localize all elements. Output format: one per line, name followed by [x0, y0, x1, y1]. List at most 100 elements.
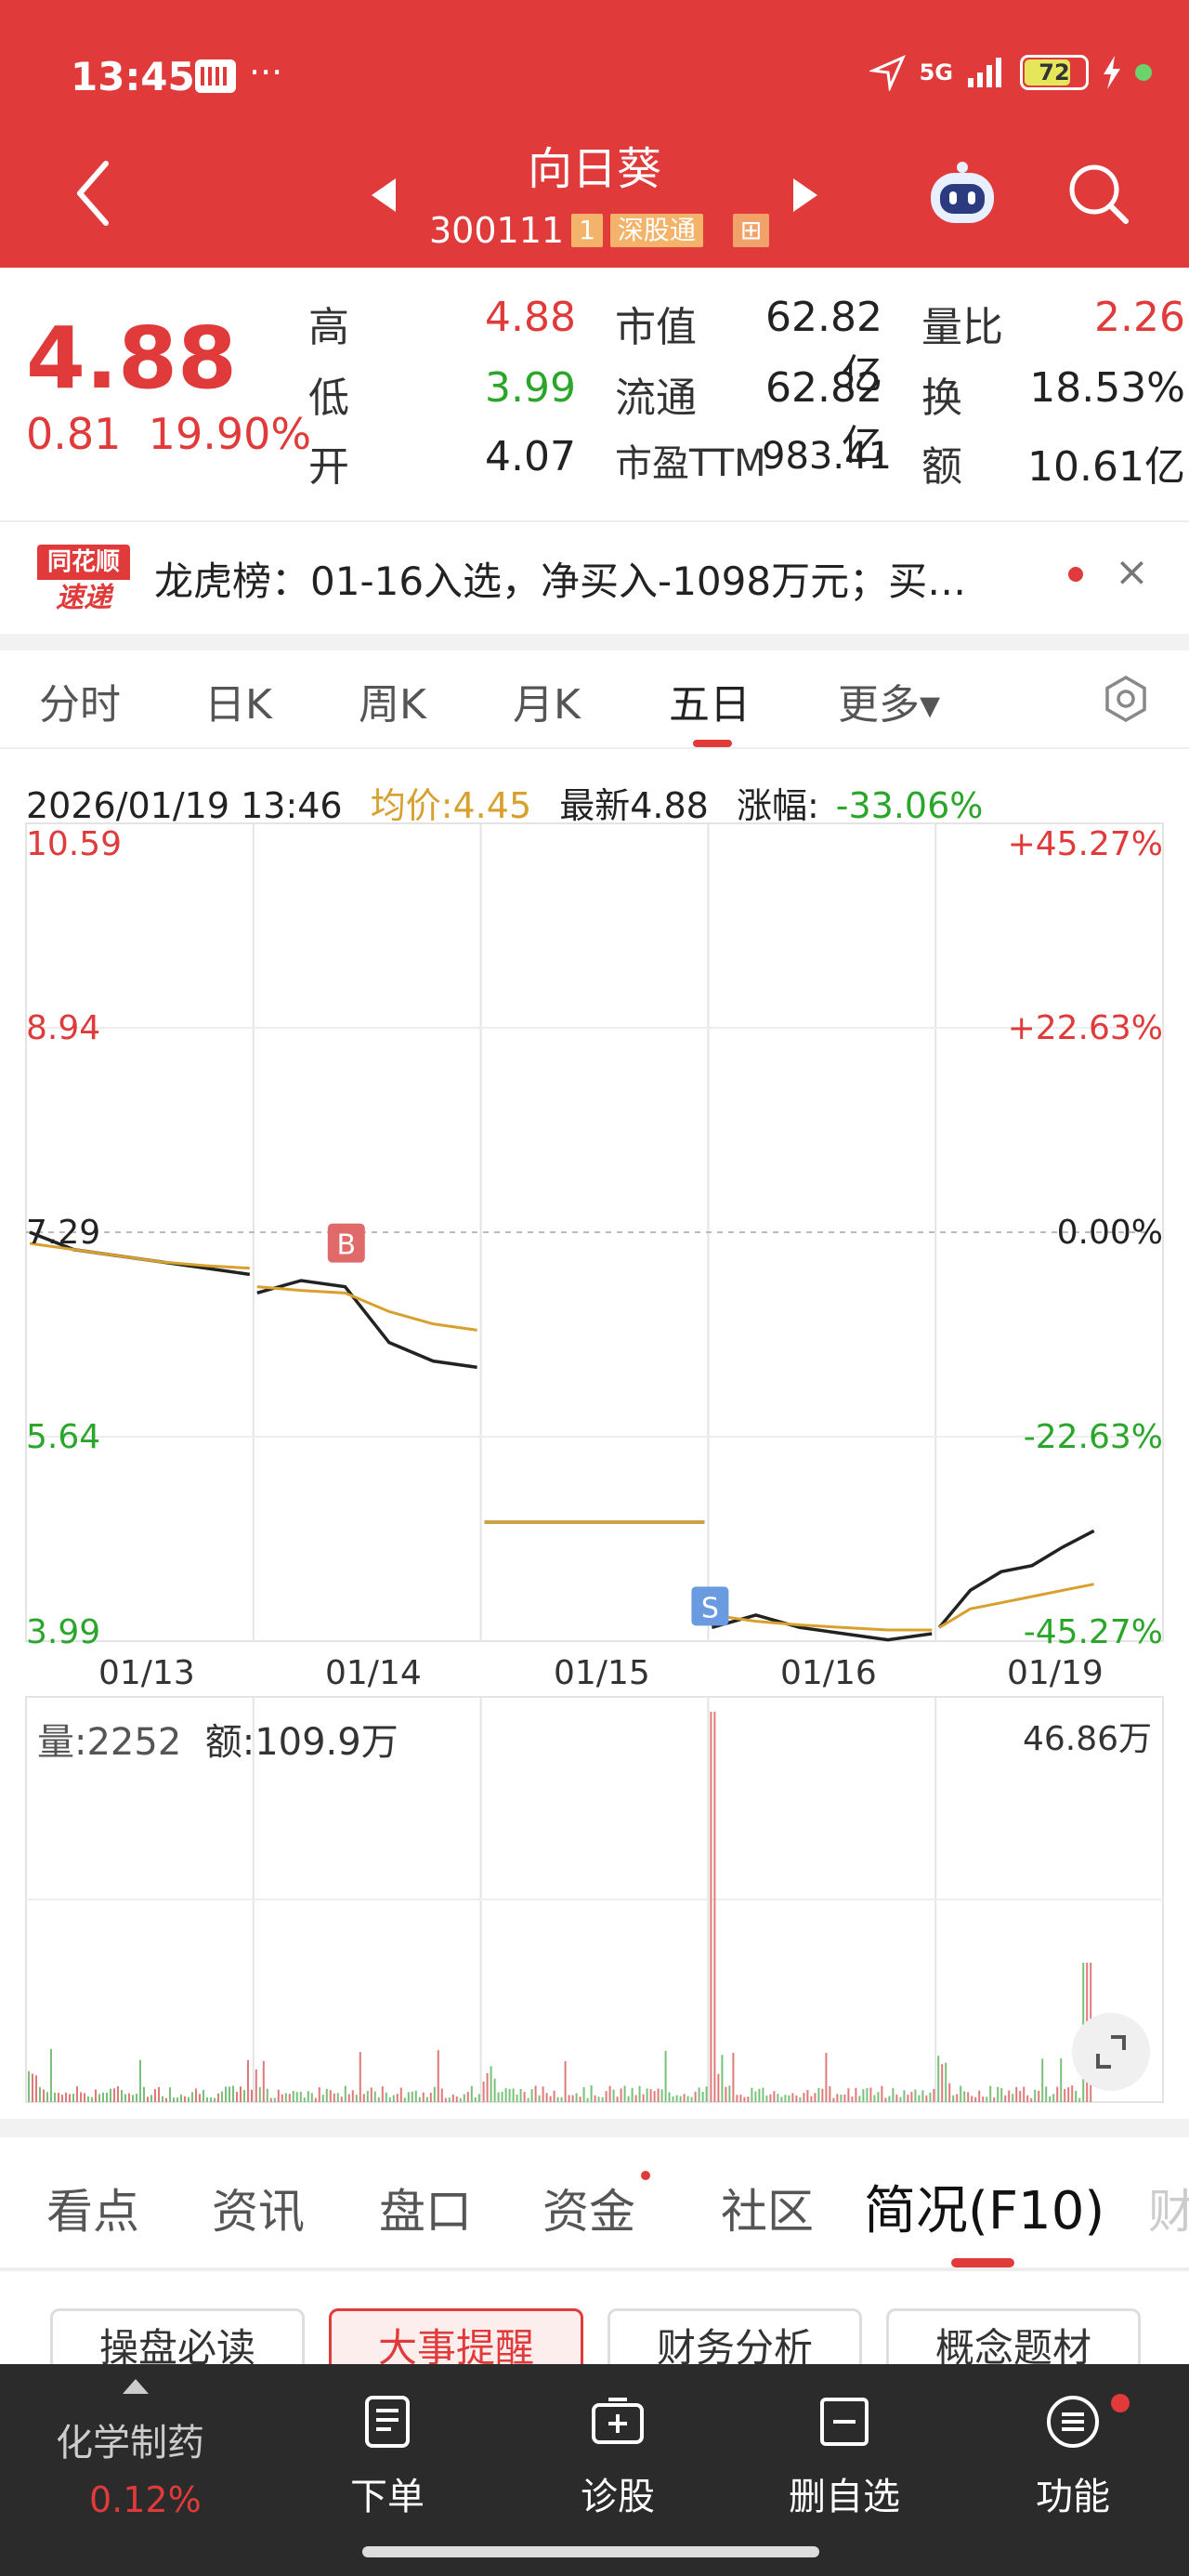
- volume-bar: [873, 2095, 876, 2102]
- volume-bar: [165, 2097, 167, 2102]
- volume-bar: [601, 2096, 604, 2102]
- volume-bar: [188, 2096, 189, 2102]
- volume-bar: [631, 2087, 634, 2102]
- volume-bar: [377, 2096, 380, 2102]
- status-more: ···: [249, 52, 283, 93]
- next-stock-icon[interactable]: [791, 177, 819, 214]
- y-right-tick: +45.27%: [1007, 825, 1163, 863]
- volume-bar: [340, 2096, 343, 2102]
- sector-expand-icon[interactable]: [123, 2379, 149, 2394]
- tab-highlights[interactable]: 看点: [46, 2175, 139, 2241]
- volume-bar: [403, 2097, 406, 2102]
- volume-bar: [370, 2087, 372, 2102]
- search-icon[interactable]: [1065, 160, 1131, 227]
- volume-bar: [414, 2090, 417, 2102]
- volume-bar: [910, 2092, 913, 2102]
- tab-five-day[interactable]: 五日: [669, 671, 751, 730]
- volume-bar: [281, 2094, 283, 2102]
- volume-bar: [329, 2090, 332, 2102]
- volume-bar: [258, 2086, 261, 2102]
- nav-functions[interactable]: 功能: [957, 2364, 1189, 2550]
- signal-icon: [968, 58, 1001, 87]
- volume-bar: [236, 2092, 238, 2102]
- news-ticker[interactable]: 同花顺 速递 龙虎榜：01-16入选，净买入-1098万元；买…: [0, 520, 1189, 632]
- x-tick: 01/14: [325, 1654, 422, 1692]
- tab-news[interactable]: 资讯: [212, 2175, 305, 2241]
- price-line: [256, 1279, 477, 1370]
- volume-bar: [307, 2091, 309, 2102]
- volume-bar: [110, 2088, 111, 2102]
- volume-bar: [683, 2094, 686, 2102]
- stock-code: 300111: [429, 210, 565, 251]
- volume-bar: [344, 2085, 346, 2102]
- tab-daily-k[interactable]: 日K: [204, 671, 272, 730]
- volume-bar: [1000, 2087, 1003, 2102]
- news-close-button[interactable]: ×: [1115, 548, 1149, 596]
- volume-bar: [466, 2092, 469, 2102]
- volume-bar: [982, 2096, 985, 2102]
- sector-name[interactable]: 化学制药: [56, 2412, 204, 2466]
- volume-bar: [173, 2097, 175, 2102]
- menu-circle-icon: [1047, 2396, 1099, 2448]
- nav-remove-watchlist[interactable]: 删自选: [728, 2364, 960, 2550]
- tab-orderbook[interactable]: 盘口: [379, 2175, 472, 2241]
- news-text[interactable]: 龙虎榜：01-16入选，净买入-1098万元；买…: [154, 550, 1065, 607]
- nav-order[interactable]: 下单: [271, 2364, 503, 2550]
- settings-gear-icon[interactable]: [1102, 675, 1150, 723]
- volume-bar: [440, 2088, 443, 2102]
- tab-monthly-k[interactable]: 月K: [513, 671, 581, 730]
- volume-bar: [817, 2087, 820, 2102]
- x-tick: 01/19: [1007, 1654, 1104, 1692]
- tab-intraday[interactable]: 分时: [39, 671, 121, 730]
- volume-bar: [694, 2091, 697, 2102]
- volume-bar: [799, 2096, 802, 2102]
- volume-ratio-label: 量比: [921, 304, 1003, 351]
- float-label: 流通: [615, 375, 697, 422]
- nav-diagnose[interactable]: 诊股: [502, 2364, 734, 2550]
- volume-bar: [366, 2091, 369, 2102]
- volume-bar: [803, 2093, 805, 2102]
- location-icon: [869, 55, 906, 91]
- tab-community[interactable]: 社区: [721, 2175, 814, 2241]
- diagnose-icon: [592, 2398, 644, 2444]
- tab-capital[interactable]: 资金: [542, 2175, 635, 2241]
- volume-bar: [102, 2092, 104, 2102]
- volume-bar: [590, 2085, 593, 2102]
- volume-bar: [762, 2087, 764, 2102]
- volume-bar: [903, 2090, 906, 2102]
- tab-weekly-k[interactable]: 周K: [359, 671, 426, 730]
- volume-bar: [388, 2096, 391, 2102]
- volume-bar: [392, 2095, 395, 2102]
- volume-bar: [106, 2092, 108, 2102]
- fullscreen-button[interactable]: [1072, 2013, 1150, 2091]
- volume-bar: [444, 2097, 447, 2102]
- volume-bar: [921, 2090, 924, 2102]
- robot-assistant-icon[interactable]: [923, 156, 1001, 230]
- volume-bar: [527, 2097, 529, 2102]
- volume-bar: [858, 2096, 861, 2102]
- volume-bar: [918, 2095, 921, 2102]
- volume-bar: [549, 2096, 552, 2102]
- volume-bar: [892, 2087, 895, 2102]
- tab-finance-partial[interactable]: 财: [1148, 2175, 1189, 2241]
- volume-bar: [675, 2095, 678, 2102]
- volume-bar: [385, 2092, 387, 2102]
- volume-bar: [459, 2097, 462, 2102]
- home-indicator[interactable]: [362, 2546, 819, 2557]
- order-doc-icon: [365, 2396, 410, 2448]
- x-tick: 01/15: [554, 1654, 650, 1692]
- volume-bar: [277, 2089, 280, 2102]
- volume-bar: [474, 2096, 477, 2102]
- volume-bar: [1064, 2088, 1066, 2102]
- volume-bar: [418, 2096, 421, 2102]
- tab-more[interactable]: 更多▾: [838, 671, 940, 730]
- volume-bar: [325, 2088, 328, 2102]
- volume-bar: [806, 2090, 809, 2102]
- y-left-tick: 10.59: [26, 825, 123, 863]
- volume-bar: [407, 2092, 410, 2102]
- tab-f10[interactable]: 简况(F10): [864, 2169, 1104, 2244]
- volume-bar: [1067, 2087, 1070, 2102]
- bottom-tab-indicator: [951, 2258, 1014, 2267]
- volume-bar: [1056, 2086, 1059, 2102]
- volume-bar: [579, 2096, 581, 2102]
